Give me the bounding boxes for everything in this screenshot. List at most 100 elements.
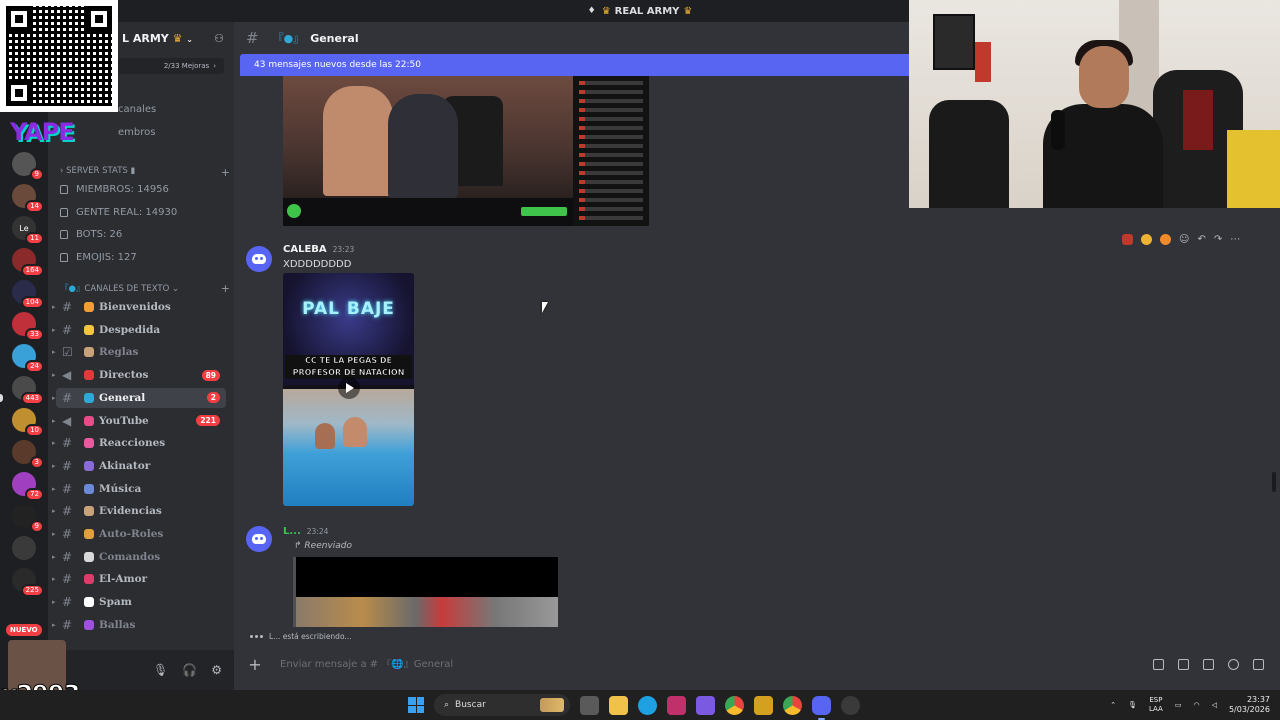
sidebar-item-m-sica[interactable]: ▸ # Música <box>52 479 226 499</box>
headphones-icon[interactable]: 🎧 <box>182 663 197 677</box>
stat-channel[interactable]: EMOJIS: 127 <box>60 252 137 263</box>
language-code: ESP <box>1149 696 1163 704</box>
sidebar-item-despedida[interactable]: ▸ # Despedida <box>52 320 226 340</box>
server-icon[interactable] <box>12 536 36 560</box>
more-icon[interactable]: ⋯ <box>1230 234 1240 245</box>
gif-icon[interactable] <box>1178 658 1189 670</box>
server-icon[interactable]: 33 <box>12 312 44 341</box>
video-attachment[interactable]: PAL BAJE CC TE LA PEGAS DE PROFESOR DE N… <box>283 273 414 506</box>
server-icon[interactable]: 104 <box>12 280 44 309</box>
sidebar-item-directos[interactable]: ▸ ◀ Directos 89 <box>52 365 226 385</box>
forward-icon[interactable]: ↷ <box>1214 234 1222 245</box>
unread-badge: 2 <box>206 392 220 404</box>
category-text-channels[interactable]: 『●』CANALES DE TEXTO ⌄ + <box>60 282 230 295</box>
windows-start-icon[interactable] <box>408 697 424 713</box>
chrome-icon[interactable] <box>783 695 802 715</box>
new-messages-banner[interactable]: 43 mensajes nuevos desde las 22:50 <box>240 54 910 76</box>
sidebar-item-general[interactable]: ▸ # General 2 <box>52 387 226 408</box>
language-indicator[interactable]: ESP LAA <box>1149 696 1163 714</box>
message-author[interactable]: L... 23:24 <box>283 526 328 537</box>
obs-icon[interactable] <box>841 695 860 715</box>
server-icon[interactable]: 14 <box>12 184 44 213</box>
sidebar-item-comandos[interactable]: ▸ # Comandos <box>52 547 226 567</box>
sidebar-item-bienvenidos[interactable]: ▸ # Bienvenidos <box>52 297 226 317</box>
sidebar-item-spam[interactable]: ▸ # Spam <box>52 592 226 612</box>
sidebar-item-evidencias[interactable]: ▸ # Evidencias <box>52 501 226 521</box>
file-explorer-icon[interactable] <box>609 695 628 715</box>
add-reaction-icon[interactable]: ☺ <box>1179 234 1189 245</box>
avatar[interactable] <box>246 526 272 552</box>
thread-arrow-icon: ▸ <box>52 325 56 334</box>
add-channel-icon[interactable]: + <box>221 166 230 179</box>
members-link[interactable]: embros <box>118 127 155 138</box>
unread-badge: 89 <box>201 369 220 381</box>
reaction-emoji-icon[interactable] <box>1141 234 1152 245</box>
chevron-up-icon[interactable]: ⌃ <box>1110 701 1116 709</box>
gift-icon[interactable] <box>1153 658 1164 670</box>
sidebar-item-reacciones[interactable]: ▸ # Reacciones <box>52 433 226 453</box>
stat-channel[interactable]: GENTE REAL: 14930 <box>60 207 177 218</box>
task-view-icon[interactable] <box>580 695 599 715</box>
app-icon[interactable] <box>667 695 686 715</box>
crown-icon: ♛ <box>601 5 611 17</box>
stat-channel[interactable]: MIEMBROS: 14956 <box>60 184 169 195</box>
clock[interactable]: 23:37 5/03/2026 <box>1229 695 1270 715</box>
play-icon[interactable] <box>338 377 360 399</box>
reaction-emoji-icon[interactable] <box>1160 234 1171 245</box>
forwarded-attachment[interactable] <box>293 557 558 627</box>
sidebar-item-youtube[interactable]: ▸ ◀ YouTube 221 <box>52 411 226 431</box>
message-author[interactable]: CALEBA 23:23 <box>283 244 354 255</box>
copilot-icon[interactable] <box>696 695 715 715</box>
server-icon[interactable]: 164 <box>12 248 44 277</box>
taskbar-search[interactable]: ⌕ Buscar <box>434 694 570 716</box>
add-attachment-icon[interactable]: + <box>240 655 270 674</box>
microphone-icon[interactable]: 🎙 <box>153 663 168 677</box>
server-icon[interactable]: 72 <box>12 472 44 501</box>
emoji-icon[interactable] <box>1228 658 1239 670</box>
server-icon[interactable]: 225 <box>12 568 44 597</box>
wifi-icon[interactable]: ◠ <box>1193 701 1199 709</box>
thread-arrow-icon: ▸ <box>52 530 56 538</box>
server-icon[interactable]: 443 <box>12 376 44 405</box>
sidebar-item-ballas[interactable]: ▸ # Ballas <box>52 615 226 635</box>
qr-pattern <box>6 6 112 106</box>
discord-icon[interactable] <box>812 695 831 720</box>
add-user-icon[interactable]: ⚇ <box>214 32 224 45</box>
sidebar-item-el-amor[interactable]: ▸ # El-Amor <box>52 569 226 589</box>
mention-badge: 3 <box>29 456 44 469</box>
server-icon[interactable]: 24 <box>12 344 44 373</box>
browse-channels-link[interactable]: canales <box>118 104 156 115</box>
mention-badge: 24 <box>25 360 44 373</box>
channel-name: Evidencias <box>99 505 162 518</box>
gear-icon[interactable]: ⚙ <box>211 663 222 677</box>
edge-icon[interactable] <box>638 695 657 715</box>
server-icon[interactable]: Le 11 <box>12 216 44 245</box>
chat-line <box>579 216 643 220</box>
stat-channel[interactable]: BOTS: 26 <box>60 229 122 240</box>
reaction-emoji-icon[interactable] <box>1122 234 1133 245</box>
server-icon[interactable]: 9 <box>12 504 44 533</box>
message-input[interactable] <box>270 658 1153 670</box>
display-icon[interactable]: ▭ <box>1175 701 1182 709</box>
app-icon[interactable] <box>754 695 773 715</box>
volume-icon[interactable]: ◁ <box>1212 701 1217 709</box>
sidebar-item-akinator[interactable]: ▸ # Akinator <box>52 456 226 476</box>
add-channel-icon[interactable]: + <box>221 282 230 295</box>
sticker-icon[interactable] <box>1203 658 1214 670</box>
author-name: CALEBA <box>283 244 327 255</box>
reply-icon[interactable]: ↶ <box>1197 234 1205 245</box>
avatar[interactable] <box>246 246 272 272</box>
chrome-icon[interactable] <box>725 695 744 715</box>
apps-icon[interactable] <box>1253 658 1264 670</box>
scrollbar[interactable] <box>1272 472 1276 492</box>
category-server-stats[interactable]: › SERVER STATS ▮ + <box>60 166 230 179</box>
sidebar-item-reglas[interactable]: ▸ ☑ Reglas <box>52 342 226 362</box>
server-icon[interactable]: 10 <box>12 408 44 437</box>
attachment-image[interactable] <box>283 76 649 226</box>
sidebar-item-auto-roles[interactable]: ▸ # Auto-Roles <box>52 524 226 544</box>
microphone-icon[interactable]: 🎙 <box>1128 701 1137 709</box>
stat-label: GENTE REAL: 14930 <box>76 207 178 218</box>
boost-progress[interactable]: 2/33 Mejoras › <box>118 58 224 74</box>
server-icon[interactable]: 9 <box>12 152 44 181</box>
server-icon[interactable]: 3 <box>12 440 44 469</box>
